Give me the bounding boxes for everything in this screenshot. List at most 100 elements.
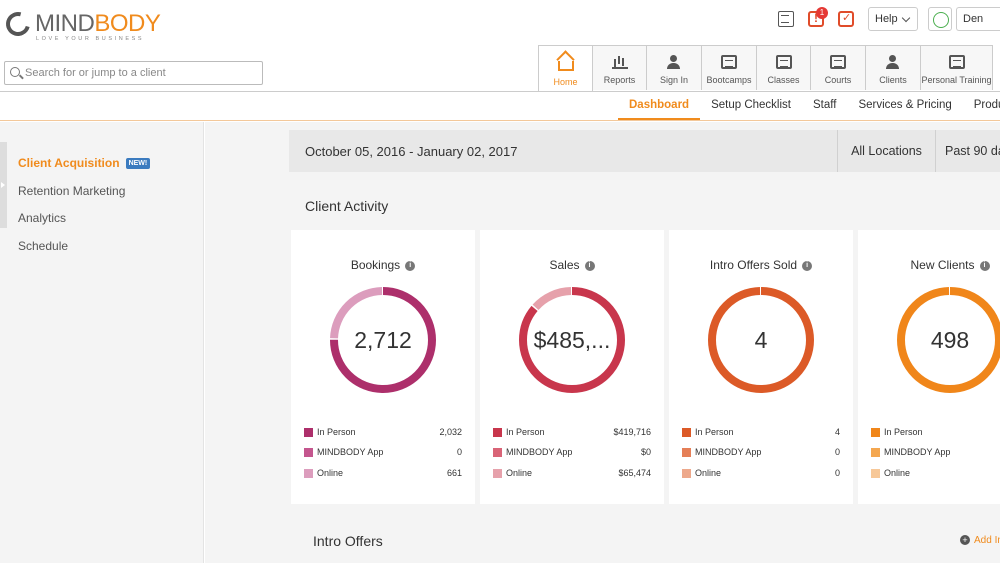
help-dropdown[interactable]: Help: [868, 7, 918, 31]
legend-label: Online: [695, 468, 722, 478]
legend-value: $65,474: [618, 468, 651, 478]
legend-label: MINDBODY App: [695, 447, 762, 457]
info-icon[interactable]: i: [802, 260, 813, 271]
legend-swatch: [304, 428, 313, 437]
tab-clients[interactable]: Clients: [866, 45, 921, 90]
sidebar-collapse-handle[interactable]: [0, 142, 7, 228]
plus-icon: +: [960, 535, 970, 546]
subnav-products[interactable]: Produ: [963, 92, 1000, 120]
legend-value: 0: [456, 447, 462, 457]
donut-total-value: $485,...: [533, 327, 611, 353]
sidebar: Client Acquisition NEW! Retention Marketi…: [0, 122, 204, 563]
period-filter[interactable]: Past 90 da: [935, 130, 1000, 172]
legend-value: $0: [640, 447, 651, 457]
tab-bootcamps[interactable]: Bootcamps: [702, 45, 757, 90]
module-tabs: Home Reports Sign In Bootcamps Classes C…: [538, 45, 993, 92]
bar-chart-icon: [611, 55, 628, 69]
person-icon: [666, 55, 682, 69]
legend-row-mindbody-app: MINDBODY App 0: [304, 447, 462, 459]
sub-navigation: Dashboard Setup Checklist Staff Services…: [0, 91, 1000, 121]
intro-offers-title: Intro Offers: [313, 533, 383, 549]
legend-value: 4: [834, 427, 840, 437]
legend-swatch: [493, 469, 502, 478]
sidebar-item-analytics[interactable]: Analytics: [18, 211, 66, 225]
info-icon[interactable]: i: [405, 260, 416, 271]
header-toolbar: 1 Help Den: [778, 7, 1000, 31]
legend-label: MINDBODY App: [884, 447, 951, 457]
legend-row-online: Online 661: [304, 468, 462, 480]
activity-card-bookings: Bookings i 2,712 In Person 2,032 MINDBODY App…: [291, 230, 475, 504]
sidebar-item-retention-marketing[interactable]: Retention Marketing: [18, 184, 125, 198]
tab-classes[interactable]: Classes: [757, 45, 811, 90]
tab-home[interactable]: Home: [538, 45, 593, 92]
legend-value: 2,032: [439, 427, 462, 437]
document-icon[interactable]: [778, 11, 794, 27]
client-search-input[interactable]: Search for or jump to a client: [4, 61, 263, 85]
legend-swatch: [871, 469, 880, 478]
tab-reports[interactable]: Reports: [593, 45, 647, 90]
legend-label: In Person: [506, 427, 545, 437]
subnav-services-pricing[interactable]: Services & Pricing: [847, 92, 962, 120]
alert-icon[interactable]: 1: [808, 7, 828, 27]
tab-courts[interactable]: Courts: [811, 45, 866, 90]
legend-row-in-person: In Person 2,032: [304, 427, 462, 439]
legend-swatch: [682, 448, 691, 457]
card-title: New Clients i: [858, 258, 1000, 272]
subnav-dashboard[interactable]: Dashboard: [618, 92, 701, 120]
legend-row-in-person: In Person 4: [682, 427, 840, 439]
calendar-icon: [721, 55, 737, 69]
legend-label: Online: [317, 468, 344, 478]
subnav-staff[interactable]: Staff: [802, 92, 847, 120]
tab-sign-in[interactable]: Sign In: [647, 45, 702, 90]
logo-ring-icon: [1, 7, 35, 41]
mindbody-logo[interactable]: MINDBODY LOVE YOUR BUSINESS: [1, 7, 176, 42]
legend-label: MINDBODY App: [506, 447, 573, 457]
legend-row-mindbody-app: MINDBODY App $0: [493, 447, 651, 459]
activity-card-sales: Sales i $485,... In Person $419,716 MINDBODY …: [480, 230, 664, 504]
legend-swatch: [871, 448, 880, 457]
clock-icon[interactable]: [928, 7, 952, 31]
legend-row-mindbody-app: MINDBODY App: [871, 447, 1000, 459]
donut-total-value: 4: [754, 327, 768, 353]
legend-label: In Person: [317, 427, 356, 437]
card-title: Intro Offers Sold i: [669, 258, 853, 272]
donut-total-value: 2,712: [354, 327, 412, 353]
legend-row-mindbody-app: MINDBODY App 0: [682, 447, 840, 459]
new-badge: NEW!: [125, 158, 151, 170]
sidebar-item-schedule[interactable]: Schedule: [18, 239, 68, 253]
legend-value: $419,716: [613, 427, 651, 437]
legend-value: 0: [834, 447, 840, 457]
sidebar-item-client-acquisition[interactable]: Client Acquisition NEW!: [18, 156, 151, 170]
notification-badge: 1: [816, 7, 828, 19]
calendar-icon: [948, 55, 965, 69]
legend-label: In Person: [884, 427, 923, 437]
legend-label: In Person: [695, 427, 734, 437]
info-icon[interactable]: i: [979, 260, 990, 271]
user-menu[interactable]: Den: [956, 7, 1000, 31]
activity-card-intro-offers-sold: Intro Offers Sold i 4 In Person 4 MINDBODY Ap…: [669, 230, 853, 504]
legend-label: Online: [506, 468, 533, 478]
legend-label: MINDBODY App: [317, 447, 384, 457]
client-activity-title: Client Activity: [305, 198, 389, 214]
legend-label: Online: [884, 468, 911, 478]
activity-card-new-clients: New Clients i 498 In Person MINDBODY App Onli…: [858, 230, 1000, 504]
legend-swatch: [493, 428, 502, 437]
location-filter[interactable]: All Locations: [837, 130, 935, 172]
logo-tagline: LOVE YOUR BUSINESS: [36, 36, 145, 42]
tab-personal-training[interactable]: Personal Training: [921, 45, 993, 90]
add-intro-offer-link[interactable]: +Add In: [960, 535, 1000, 546]
legend-value: 661: [446, 468, 462, 478]
legend-row-in-person: In Person: [871, 427, 1000, 439]
legend-row-online: Online $65,474: [493, 468, 651, 480]
info-icon[interactable]: i: [584, 260, 595, 271]
home-icon: [557, 61, 574, 71]
donut-total-value: 498: [930, 327, 970, 353]
calendar-icon: [775, 55, 792, 69]
legend-row-online: Online 0: [682, 468, 840, 480]
subnav-setup-checklist[interactable]: Setup Checklist: [700, 92, 802, 120]
search-placeholder: Search for or jump to a client: [25, 67, 166, 79]
search-icon: [10, 67, 20, 77]
date-range[interactable]: October 05, 2016 - January 02, 2017: [305, 144, 517, 159]
legend-row-online: Online: [871, 468, 1000, 480]
checklist-icon[interactable]: [838, 11, 854, 27]
